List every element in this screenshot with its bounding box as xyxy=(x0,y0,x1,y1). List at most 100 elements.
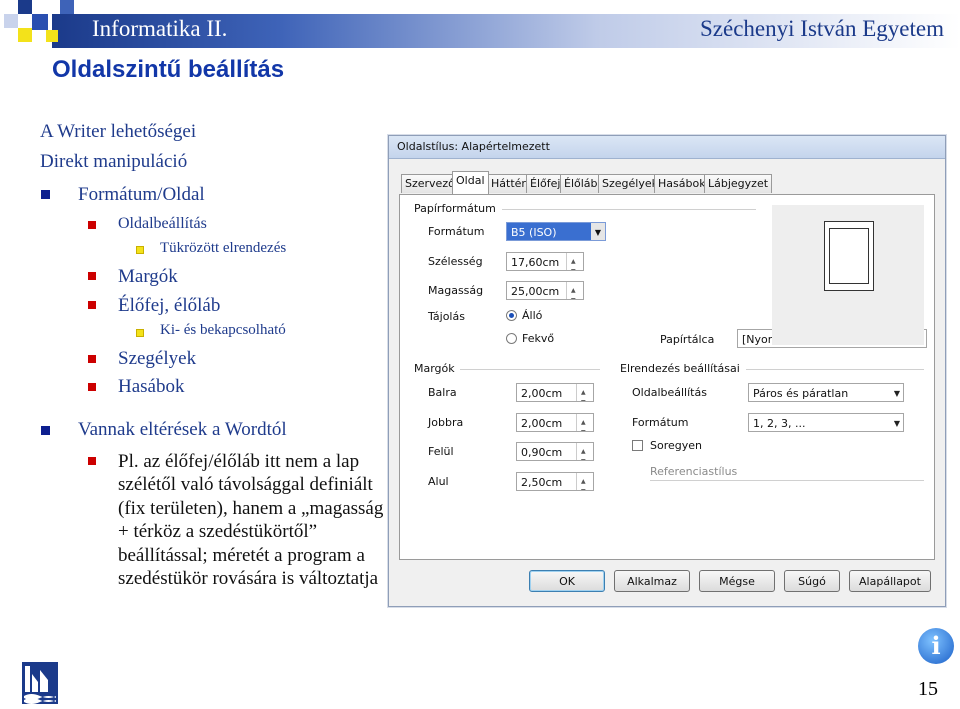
bullet-level2 xyxy=(88,383,96,391)
landscape-radio[interactable] xyxy=(506,333,517,344)
group-divider xyxy=(502,209,756,210)
left-margin-label: Balra xyxy=(428,386,457,399)
line-toggle: Ki- és bekapcsolható xyxy=(160,322,286,338)
page-preview-sheet xyxy=(824,221,874,291)
tab-borders[interactable]: Szegélyek xyxy=(598,174,662,193)
ok-button[interactable]: OK xyxy=(529,570,605,592)
line-columns: Hasábok xyxy=(118,376,185,397)
page-preview xyxy=(772,205,924,345)
logo-squares xyxy=(0,0,90,60)
spin-buttons-icon[interactable] xyxy=(576,414,593,431)
height-field[interactable]: 25,00cm xyxy=(506,281,584,300)
top-margin-value: 0,90cm xyxy=(521,446,563,459)
layout-settings-heading: Elrendezés beállításai xyxy=(620,362,740,375)
width-label: Szélesség xyxy=(428,255,483,268)
group-divider xyxy=(746,369,924,370)
tab-background[interactable]: Háttér xyxy=(487,174,530,193)
numbering-format-select[interactable]: 1, 2, 3, ... ▼ xyxy=(748,413,904,432)
spin-buttons-icon[interactable] xyxy=(566,253,583,270)
bottom-margin-label: Alul xyxy=(428,475,449,488)
line-mirrored: Tükrözött elrendezés xyxy=(160,240,287,256)
tab-organizer[interactable]: Szervező xyxy=(401,174,459,193)
width-field[interactable]: 17,60cm xyxy=(506,252,584,271)
group-divider xyxy=(460,369,600,370)
tab-columns[interactable]: Hasábok xyxy=(654,174,710,193)
slide-title: Oldalszintű beállítás xyxy=(52,56,285,83)
page-style-dialog: Oldalstílus: Alapértelmezett Szervező Ol… xyxy=(388,135,946,607)
line-writer: A Writer lehetőségei xyxy=(40,121,197,142)
tab-header[interactable]: Élőfej xyxy=(526,174,565,193)
numbering-format-value: 1, 2, 3, ... xyxy=(753,417,806,430)
dialog-titlebar: Oldalstílus: Alapértelmezett xyxy=(389,136,945,159)
left-margin-value: 2,00cm xyxy=(521,387,563,400)
line-direct: Direkt manipuláció xyxy=(40,151,188,172)
bullet-level2 xyxy=(88,355,96,363)
page-layout-value: Páros és páratlan xyxy=(753,387,849,400)
line-page-setup: Oldalbeállítás xyxy=(118,215,207,232)
top-margin-label: Felül xyxy=(428,445,454,458)
bullet-level2 xyxy=(88,221,96,229)
left-margin-field[interactable]: 2,00cm xyxy=(516,383,594,402)
line-margins: Margók xyxy=(118,266,178,287)
portrait-radio[interactable] xyxy=(506,310,517,321)
page-layout-select[interactable]: Páros és páratlan ▼ xyxy=(748,383,904,402)
bullet-level2 xyxy=(88,272,96,280)
register-label: Soregyen xyxy=(650,439,702,452)
course-name: Informatika II. xyxy=(92,16,228,41)
width-value: 17,60cm xyxy=(511,256,560,269)
chevron-down-icon: ▼ xyxy=(893,389,900,398)
paper-tray-label: Papírtálca xyxy=(660,333,715,346)
group-divider xyxy=(650,480,924,481)
page-number: 15 xyxy=(918,678,938,700)
orientation-label: Tájolás xyxy=(428,310,465,323)
line-borders: Szegélyek xyxy=(118,348,197,369)
height-label: Magasság xyxy=(428,284,484,297)
margins-heading: Margók xyxy=(414,362,455,375)
right-margin-value: 2,00cm xyxy=(521,417,563,430)
bullet-level2 xyxy=(88,457,96,465)
apply-button[interactable]: Alkalmaz xyxy=(614,570,690,592)
line-differences: Vannak eltérések a Wordtól xyxy=(78,419,287,440)
paper-format-heading: Papírformátum xyxy=(414,202,496,215)
bottom-margin-field[interactable]: 2,50cm xyxy=(516,472,594,491)
tab-page[interactable]: Oldal xyxy=(452,171,489,194)
top-margin-field[interactable]: 0,90cm xyxy=(516,442,594,461)
help-button[interactable]: Súgó xyxy=(784,570,840,592)
format-value: B5 (ISO) xyxy=(511,226,557,239)
register-checkbox[interactable] xyxy=(632,440,643,451)
chevron-down-icon: ▼ xyxy=(591,223,605,240)
right-margin-label: Jobbra xyxy=(428,416,464,429)
bullet-level1 xyxy=(41,190,50,199)
page-layout-label: Oldalbeállítás xyxy=(632,386,707,399)
reference-style-label: Referenciastílus xyxy=(650,465,738,478)
format-select[interactable]: B5 (ISO) ▼ xyxy=(506,222,606,241)
page-preview-margins xyxy=(829,228,869,284)
dialog-title: Oldalstílus: Alapértelmezett xyxy=(397,140,550,153)
tab-footnote[interactable]: Lábjegyzet xyxy=(704,174,773,193)
cancel-button[interactable]: Mégse xyxy=(699,570,775,592)
line-format-page: Formátum/Oldal xyxy=(78,184,205,205)
page-tab-panel: Papírformátum Formátum B5 (ISO) ▼ Széles… xyxy=(399,194,935,560)
bottom-margin-value: 2,50cm xyxy=(521,476,563,489)
height-value: 25,00cm xyxy=(511,285,560,298)
bullet-level2 xyxy=(88,301,96,309)
university-logo-icon xyxy=(22,662,58,704)
info-icon[interactable]: i xyxy=(918,628,954,664)
numbering-format-label: Formátum xyxy=(632,416,689,429)
spin-buttons-icon[interactable] xyxy=(576,443,593,460)
university-name: Széchenyi István Egyetem xyxy=(700,16,944,41)
format-label: Formátum xyxy=(428,225,485,238)
chevron-down-icon: ▼ xyxy=(893,419,900,428)
explanation-paragraph: Pl. az élőfej/élőláb itt nem a lap szélé… xyxy=(118,451,384,590)
bullet-level3 xyxy=(136,329,144,337)
right-margin-field[interactable]: 2,00cm xyxy=(516,413,594,432)
spin-buttons-icon[interactable] xyxy=(576,473,593,490)
reset-button[interactable]: Alapállapot xyxy=(849,570,931,592)
line-header-footer: Élőfej, élőláb xyxy=(118,295,221,316)
tab-footer[interactable]: Élőláb xyxy=(560,174,602,193)
bullet-level1 xyxy=(41,426,50,435)
spin-buttons-icon[interactable] xyxy=(566,282,583,299)
portrait-label: Álló xyxy=(522,309,543,322)
bullet-level3 xyxy=(136,246,144,254)
spin-buttons-icon[interactable] xyxy=(576,384,593,401)
